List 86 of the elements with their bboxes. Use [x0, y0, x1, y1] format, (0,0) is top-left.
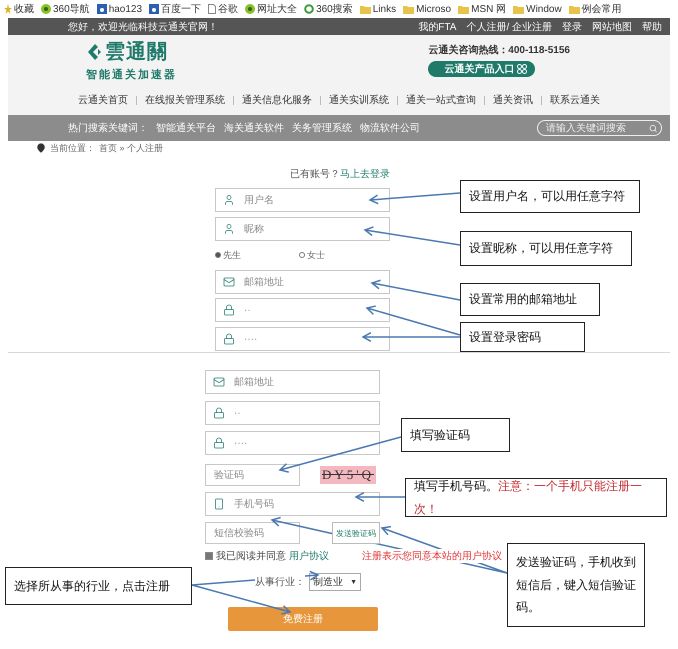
- lock-icon: [223, 333, 235, 345]
- send-code-button[interactable]: 发送验证码: [332, 522, 380, 544]
- input-field[interactable]: 邮箱地址: [215, 270, 390, 294]
- breadcrumb-path: 首页 » 个人注册: [99, 142, 164, 154]
- top-link[interactable]: 我的FTA: [418, 20, 456, 34]
- callout-arrow: [354, 492, 405, 502]
- annotation-callout: 设置用户名，可以用任意字符: [460, 180, 640, 213]
- page-icon: [208, 4, 216, 14]
- folder-icon: [403, 4, 414, 14]
- top-link[interactable]: 帮助: [642, 20, 662, 34]
- bookmark-link[interactable]: 例会常用: [582, 2, 622, 16]
- top-link[interactable]: 登录: [562, 20, 582, 34]
- input-field[interactable]: ····: [215, 327, 390, 351]
- gender-radio[interactable]: 女士: [299, 248, 325, 262]
- location-pin-icon: [36, 143, 46, 153]
- lock-icon: [213, 437, 225, 449]
- folder-icon: [458, 4, 470, 14]
- bookmark-link[interactable]: 收藏: [14, 2, 34, 16]
- circle-logo-icon: [41, 4, 51, 14]
- phone-field[interactable]: 手机号码: [205, 492, 380, 516]
- welcome-text: 您好，欢迎光临科技云通关官网！: [68, 20, 218, 34]
- login-link[interactable]: 马上去登录: [340, 169, 390, 180]
- user-icon: [223, 194, 235, 206]
- nav-link[interactable]: 通关资讯: [493, 93, 533, 107]
- logo-subtitle: 智能通关加速器: [86, 68, 177, 82]
- user-agreement-link[interactable]: 用户协议: [289, 549, 329, 563]
- login-prompt: 已有账号？马上去登录: [289, 168, 390, 182]
- circle-logo-icon: [245, 4, 256, 14]
- input-field[interactable]: 昵称: [215, 217, 390, 241]
- captcha-image: DY5'Q: [320, 466, 376, 484]
- logo-icon: [86, 42, 102, 60]
- mail-icon: [223, 276, 235, 288]
- agreement-hint: 注册表示您同意本站的用户协议: [362, 549, 502, 563]
- product-entry-button[interactable]: 云通关产品入口: [428, 61, 536, 77]
- annotation-callout: 设置昵称，可以用任意字符: [460, 231, 632, 266]
- hot-keywords-label: 热门搜索关键词：: [68, 122, 148, 135]
- folder-icon: [360, 4, 371, 14]
- user-icon: [223, 223, 235, 235]
- bookmark-link[interactable]: Microso: [416, 4, 452, 14]
- ring-icon: [304, 4, 314, 14]
- bookmark-link[interactable]: hao123: [108, 4, 142, 14]
- nav-link[interactable]: 通关实训系统: [329, 93, 389, 107]
- nav-link[interactable]: 联系云通关: [550, 93, 600, 107]
- nav-link[interactable]: 通关一站式查询: [406, 93, 476, 107]
- annotation-callout: 选择所从事的行业，点击注册: [5, 567, 192, 605]
- sms-code-field[interactable]: 短信校验码: [205, 522, 300, 544]
- input-field[interactable]: ··: [215, 298, 390, 322]
- bookmark-link[interactable]: Window: [526, 4, 562, 14]
- input-field[interactable]: 用户名: [215, 188, 390, 212]
- star-icon: [4, 4, 12, 14]
- annotation-callout: 设置常用的邮箱地址: [460, 283, 600, 316]
- folder-icon: [513, 4, 524, 14]
- agreement-checkbox[interactable]: [205, 552, 213, 560]
- annotation-callout: 填写验证码: [401, 418, 510, 452]
- annotation-callout: 发送验证码，手机收到短信后，键入短信验证码。: [507, 543, 645, 627]
- top-link[interactable]: 个人注册/ 企业注册: [466, 20, 552, 34]
- nav-link[interactable]: 在线报关管理系统: [145, 93, 225, 107]
- hotline-text: 云通关咨询热线：400-118-5156: [428, 44, 570, 57]
- bookmark-link[interactable]: 百度一下: [161, 2, 202, 16]
- lock-icon: [213, 407, 225, 419]
- captcha-field[interactable]: 验证码: [205, 464, 300, 486]
- input-field[interactable]: 邮箱地址: [205, 370, 380, 394]
- industry-label: 从事行业：: [255, 575, 305, 589]
- logo-title: 雲通關: [105, 38, 168, 65]
- nav-link[interactable]: 云通关首页: [78, 93, 128, 107]
- search-icon: [648, 124, 657, 132]
- annotation-callout: 设置登录密码: [460, 322, 585, 352]
- agreement-text: 我已阅读并同意: [216, 550, 286, 563]
- bookmark-link[interactable]: 网址大全: [257, 2, 298, 16]
- bookmark-link[interactable]: 谷歌: [218, 2, 238, 16]
- annotation-callout: 填写手机号码。注意：一个手机只能注册一次！: [405, 478, 667, 517]
- mail-icon: [213, 376, 225, 388]
- breadcrumb-label: 当前位置：: [50, 142, 95, 154]
- folder-icon: [568, 4, 580, 14]
- phone-icon: [213, 498, 225, 510]
- bookmark-link[interactable]: Links: [372, 4, 396, 14]
- nav-link[interactable]: 通关信息化服务: [242, 93, 312, 107]
- input-field[interactable]: ····: [205, 431, 380, 455]
- gender-radio[interactable]: 先生: [215, 248, 241, 262]
- bookmark-link[interactable]: 360搜索: [316, 2, 353, 16]
- grid-icon: [517, 64, 528, 74]
- bookmark-link[interactable]: 360导航: [53, 2, 90, 16]
- bookmark-link[interactable]: MSN 网: [471, 2, 506, 16]
- input-field[interactable]: ··: [205, 401, 380, 425]
- top-link[interactable]: 网站地图: [592, 20, 632, 34]
- lock-icon: [223, 304, 235, 316]
